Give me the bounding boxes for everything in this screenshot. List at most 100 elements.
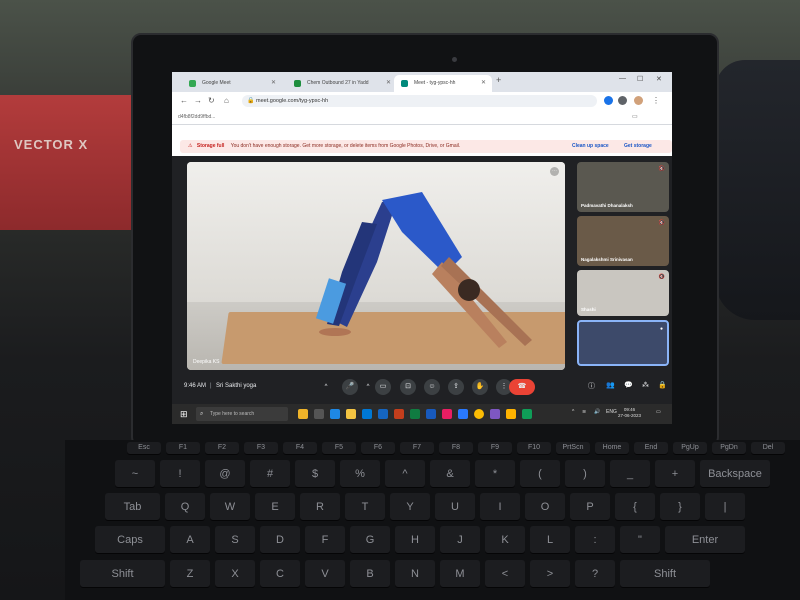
key-a[interactable]: A <box>170 526 210 554</box>
file-explorer-icon[interactable] <box>346 409 356 419</box>
key-symbol[interactable]: * <box>475 460 515 488</box>
tab-meet-active[interactable]: Meet - tyg-ypsc-hh ✕ <box>394 75 492 92</box>
key-f4[interactable]: F4 <box>283 442 317 455</box>
participant-tile[interactable]: 🔇 Nagalakshmi Srinivasan <box>577 216 669 266</box>
close-tab-icon[interactable]: ✕ <box>386 75 391 92</box>
bookmark-item[interactable]: d4fb8f2dd9ffbd... <box>178 110 215 124</box>
key-symbol[interactable]: < <box>485 560 525 588</box>
key-c[interactable]: C <box>260 560 300 588</box>
key-shift[interactable]: Shift <box>80 560 165 588</box>
windows-start-icon[interactable]: ⊞ <box>180 409 190 419</box>
word-icon[interactable] <box>426 409 436 419</box>
key-symbol[interactable]: ! <box>160 460 200 488</box>
tray-chevron-icon[interactable]: ^ <box>572 409 574 415</box>
key-f10[interactable]: F10 <box>517 442 551 455</box>
key-x[interactable]: X <box>215 560 255 588</box>
tab-google-meet[interactable]: Google Meet ✕ <box>182 75 282 92</box>
key-symbol[interactable]: ^ <box>385 460 425 488</box>
minimize-icon[interactable]: — <box>619 75 626 82</box>
key-f2[interactable]: F2 <box>205 442 239 455</box>
close-tab-icon[interactable]: ✕ <box>481 75 486 92</box>
key-f9[interactable]: F9 <box>478 442 512 455</box>
key-symbol[interactable]: % <box>340 460 380 488</box>
taskbar-clock[interactable]: 09:46 27-06-2023 <box>618 407 641 419</box>
chat-icon[interactable]: 💬 <box>624 381 633 389</box>
key-symbol[interactable]: | <box>705 493 745 521</box>
key-z[interactable]: Z <box>170 560 210 588</box>
app-icon[interactable] <box>490 409 500 419</box>
key-f[interactable]: F <box>305 526 345 554</box>
key-symbol[interactable]: : <box>575 526 615 554</box>
key-f7[interactable]: F7 <box>400 442 434 455</box>
key-f1[interactable]: F1 <box>166 442 200 455</box>
key-symbol[interactable]: { <box>615 493 655 521</box>
tab-chem-outbound[interactable]: Chem Outbound 27 in Yadd ✕ <box>287 75 397 92</box>
key-caps[interactable]: Caps <box>95 526 165 554</box>
key-f6[interactable]: F6 <box>361 442 395 455</box>
key-symbol[interactable]: & <box>430 460 470 488</box>
activities-icon[interactable]: ⁂ <box>642 381 649 389</box>
taskbar-search-input[interactable]: ⌕ Type here to search <box>196 407 288 421</box>
key-f3[interactable]: F3 <box>244 442 278 455</box>
volume-icon[interactable]: 🔊 <box>594 409 600 415</box>
key-r[interactable]: R <box>300 493 340 521</box>
key-t[interactable]: T <box>345 493 385 521</box>
app-icon[interactable] <box>522 409 532 419</box>
mic-options-chevron-icon[interactable]: ^ <box>322 379 330 395</box>
folder-icon[interactable]: ▭ <box>632 110 638 124</box>
key-s[interactable]: S <box>215 526 255 554</box>
key-symbol[interactable]: > <box>530 560 570 588</box>
camera-button[interactable]: ▭ <box>375 379 391 395</box>
captions-button[interactable]: ⊡ <box>400 379 416 395</box>
key-end[interactable]: End <box>634 442 668 455</box>
key-e[interactable]: E <box>255 493 295 521</box>
key-symbol[interactable]: ( <box>520 460 560 488</box>
key-b[interactable]: B <box>350 560 390 588</box>
extension-icon[interactable] <box>604 96 613 105</box>
edge-icon[interactable] <box>330 409 340 419</box>
key-f5[interactable]: F5 <box>322 442 356 455</box>
key-symbol[interactable]: ~ <box>115 460 155 488</box>
get-storage-button[interactable]: Get storage <box>624 140 652 153</box>
emoji-button[interactable]: ☺ <box>424 379 440 395</box>
url-input[interactable]: 🔒 meet.google.com/tyg-ypsc-hh <box>242 95 597 107</box>
key-m[interactable]: M <box>440 560 480 588</box>
key-enter[interactable]: Enter <box>665 526 745 554</box>
key-o[interactable]: O <box>525 493 565 521</box>
key-p[interactable]: P <box>570 493 610 521</box>
powerpoint-icon[interactable] <box>394 409 404 419</box>
clean-up-space-button[interactable]: Clean up space <box>572 140 609 153</box>
key-y[interactable]: Y <box>390 493 430 521</box>
people-icon[interactable]: 👥 <box>606 381 615 389</box>
key-d[interactable]: D <box>260 526 300 554</box>
chrome-icon[interactable] <box>474 409 484 419</box>
key-symbol[interactable]: + <box>655 460 695 488</box>
extensions-puzzle-icon[interactable] <box>618 96 627 105</box>
key-h[interactable]: H <box>395 526 435 554</box>
raise-hand-button[interactable]: ✋ <box>472 379 488 395</box>
key-symbol[interactable]: $ <box>295 460 335 488</box>
key-u[interactable]: U <box>435 493 475 521</box>
home-icon[interactable]: ⌂ <box>224 96 229 105</box>
store-icon[interactable] <box>362 409 372 419</box>
weather-icon[interactable] <box>298 409 308 419</box>
notifications-icon[interactable]: ▭ <box>656 409 661 415</box>
profile-avatar-icon[interactable] <box>634 96 643 105</box>
close-tab-icon[interactable]: ✕ <box>271 75 276 92</box>
key-tab[interactable]: Tab <box>105 493 160 521</box>
key-prtscn[interactable]: PrtScn <box>556 442 590 455</box>
key-n[interactable]: N <box>395 560 435 588</box>
forward-icon[interactable]: → <box>194 96 202 105</box>
wifi-icon[interactable]: ≋ <box>582 409 586 415</box>
self-view-tile[interactable]: ● <box>577 320 669 366</box>
key-i[interactable]: I <box>480 493 520 521</box>
present-button[interactable]: ⇪ <box>448 379 464 395</box>
photos-icon[interactable] <box>442 409 452 419</box>
app-icon[interactable] <box>506 409 516 419</box>
task-view-icon[interactable] <box>314 409 324 419</box>
key-f8[interactable]: F8 <box>439 442 473 455</box>
maximize-icon[interactable]: ☐ <box>637 75 643 83</box>
key-symbol[interactable]: " <box>620 526 660 554</box>
key-pgup[interactable]: PgUp <box>673 442 707 455</box>
key-symbol[interactable]: # <box>250 460 290 488</box>
